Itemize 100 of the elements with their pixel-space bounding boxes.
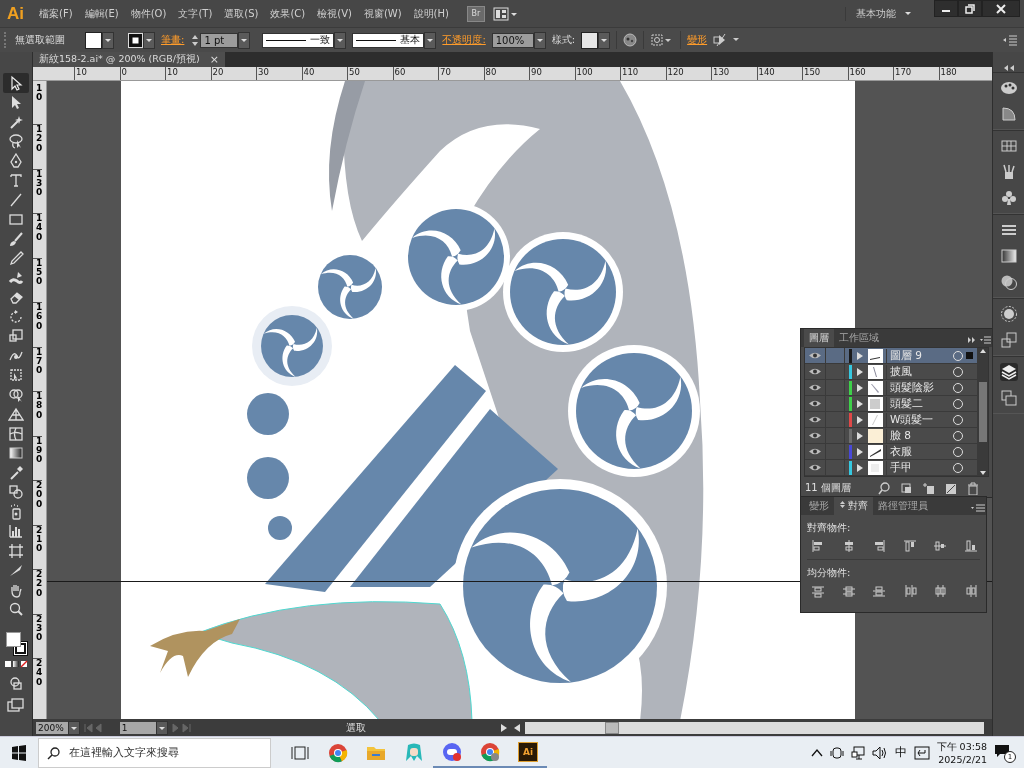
layers-icon[interactable]: [999, 363, 1018, 381]
notification-icon[interactable]: [994, 742, 1010, 759]
layer-row[interactable]: 披風: [805, 364, 977, 380]
graphic-styles-icon[interactable]: [999, 331, 1018, 349]
recolor-artwork-icon[interactable]: [623, 33, 638, 47]
menu-item[interactable]: 選取(S): [218, 6, 265, 21]
screen-mode-icon[interactable]: [7, 697, 25, 713]
opacity-link[interactable]: 不透明度:: [442, 33, 486, 47]
layer-row[interactable]: W頭髮一: [805, 412, 977, 428]
stroke-link[interactable]: 筆畫:: [161, 33, 185, 47]
layer-row[interactable]: 頭髮二: [805, 396, 977, 412]
layer-row[interactable]: 衣服: [805, 444, 977, 460]
visibility-eye-icon[interactable]: [808, 463, 822, 472]
layer-row[interactable]: 手甲: [805, 460, 977, 476]
menu-item[interactable]: 視窗(W): [357, 6, 408, 21]
dropdown-button[interactable]: [238, 31, 251, 49]
menu-item[interactable]: 文字(T): [172, 6, 219, 21]
menu-item[interactable]: 編輯(E): [78, 6, 125, 21]
options-toggle-icon[interactable]: [839, 500, 846, 509]
input-method-indicator[interactable]: 中: [894, 744, 907, 761]
align-left-icon[interactable]: [811, 539, 825, 553]
visibility-eye-icon[interactable]: [808, 351, 822, 360]
distribute-bottom-icon[interactable]: [872, 584, 887, 598]
menu-item[interactable]: 說明(H): [407, 6, 455, 21]
appearance-icon[interactable]: [999, 305, 1018, 323]
brush-dropdown[interactable]: 基本: [352, 32, 425, 48]
taskbar-search-field[interactable]: 在這裡輸入文字來搜尋: [38, 737, 271, 768]
panel-menu-icon[interactable]: [970, 501, 986, 515]
zoom-dropdown[interactable]: 200%: [36, 721, 80, 734]
distribute-left-icon[interactable]: [902, 584, 917, 598]
panel-tab[interactable]: 路徑管理員: [873, 497, 933, 515]
clipping-mask-icon[interactable]: [899, 481, 913, 495]
close-icon[interactable]: [996, 3, 1006, 14]
visibility-eye-icon[interactable]: [808, 383, 822, 392]
chevron-up-icon[interactable]: [810, 747, 823, 758]
tool-button[interactable]: [3, 73, 29, 93]
stroke-profile-dropdown[interactable]: 一致: [262, 32, 335, 48]
horizontal-scrollbar[interactable]: [524, 721, 984, 734]
arrange-documents-icon[interactable]: [492, 5, 519, 22]
distribute-right-icon[interactable]: [963, 584, 978, 598]
visibility-eye-icon[interactable]: [808, 431, 822, 440]
task-view-icon[interactable]: [291, 743, 309, 762]
dropdown-button[interactable]: [143, 31, 155, 49]
menu-item[interactable]: 效果(C): [264, 6, 312, 21]
layer-row[interactable]: 頭髮陰影: [805, 380, 977, 396]
speaker-icon[interactable]: [871, 745, 888, 760]
network-icon[interactable]: [850, 745, 865, 760]
scrollbar-thumb[interactable]: [604, 721, 619, 734]
dropdown-button[interactable]: [598, 31, 611, 49]
color-guide-icon[interactable]: [999, 105, 1018, 123]
color-palette-icon[interactable]: [999, 79, 1018, 97]
chat-app-icon[interactable]: [442, 741, 462, 762]
trash-icon[interactable]: [965, 481, 979, 495]
distribute-vertical-center-icon[interactable]: [841, 584, 856, 598]
visibility-eye-icon[interactable]: [808, 399, 822, 408]
scrollbar-thumb[interactable]: [978, 382, 987, 442]
distribute-horizontal-center-icon[interactable]: [933, 584, 948, 598]
taskbar-clock[interactable]: 下午 03:58 2025/2/21: [936, 739, 987, 766]
menu-item[interactable]: 檔案(F): [33, 6, 79, 21]
document-tab[interactable]: 新紋158-2.ai* @ 200% (RGB/預視) ×: [33, 52, 225, 67]
input-mode-icon[interactable]: [913, 745, 930, 760]
distribute-top-icon[interactable]: [811, 584, 825, 598]
windows-start-icon[interactable]: [11, 744, 27, 761]
transform-link[interactable]: 變形: [687, 33, 708, 47]
workspace-switcher[interactable]: 基本功能: [845, 6, 896, 21]
close-button[interactable]: [982, 0, 1020, 17]
align-middle-icon[interactable]: [933, 539, 948, 553]
illustrator-app-icon[interactable]: Ai: [518, 741, 538, 762]
new-sublayer-icon[interactable]: [921, 481, 935, 495]
panel-menu-icon[interactable]: [966, 333, 992, 347]
color-mode-icon[interactable]: [3, 659, 29, 669]
fill-stroke-swatches[interactable]: [3, 629, 29, 659]
stroke-weight-field[interactable]: 1 pt: [200, 32, 239, 48]
panel-tab[interactable]: 變形: [804, 497, 834, 515]
stroke-swatch[interactable]: [128, 32, 143, 48]
bridge-button[interactable]: Br: [466, 5, 485, 22]
menu-item[interactable]: 物件(O): [124, 6, 173, 21]
fill-swatch[interactable]: [85, 31, 102, 49]
menu-item[interactable]: 檢視(V): [311, 6, 358, 21]
panel-tab[interactable]: 工作區域: [834, 329, 884, 347]
status-menu-icon[interactable]: [498, 722, 509, 733]
artboard-dropdown[interactable]: 1: [119, 721, 168, 734]
visibility-eye-icon[interactable]: [808, 415, 822, 424]
dropdown-button[interactable]: [334, 31, 347, 49]
transparency-icon[interactable]: [999, 273, 1018, 291]
club-symbol-icon[interactable]: [999, 189, 1018, 207]
align-right-icon[interactable]: [872, 539, 887, 553]
panel-tab[interactable]: 圖層: [804, 329, 834, 347]
swatches-icon[interactable]: [999, 137, 1018, 155]
gradient-icon[interactable]: [999, 247, 1018, 265]
layer-row[interactable]: 圖層 9: [805, 348, 977, 364]
visibility-eye-icon[interactable]: [808, 367, 822, 376]
browser-icon[interactable]: [480, 741, 500, 762]
new-layer-icon[interactable]: [943, 481, 957, 495]
dropdown-button[interactable]: [424, 31, 437, 49]
panel-menu-icon[interactable]: [1002, 34, 1018, 46]
restore-icon[interactable]: [965, 3, 975, 14]
scroll-down-icon[interactable]: [978, 470, 987, 476]
align-bottom-icon[interactable]: [963, 539, 978, 553]
visibility-eye-icon[interactable]: [808, 447, 822, 456]
